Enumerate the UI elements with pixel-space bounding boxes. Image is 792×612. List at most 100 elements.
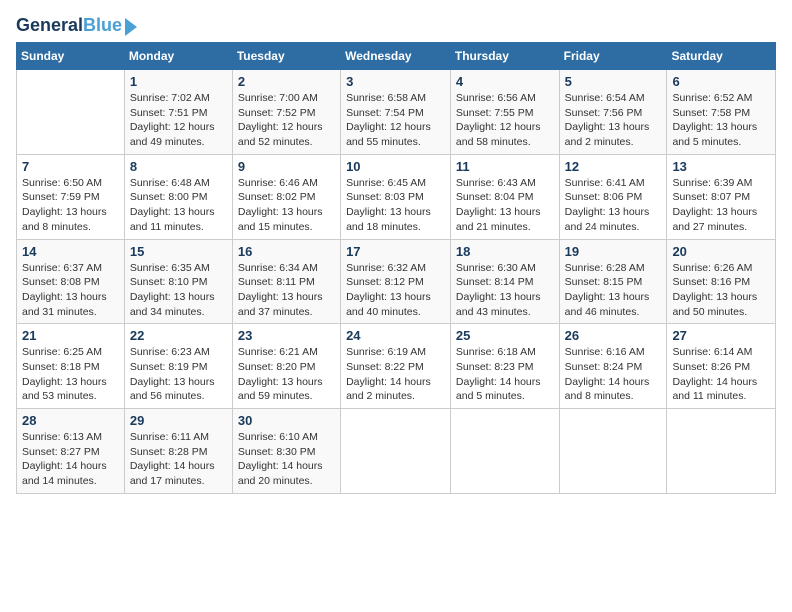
day-number: 11 — [456, 159, 554, 174]
calendar-cell: 11 Sunrise: 6:43 AM Sunset: 8:04 PM Dayli… — [450, 154, 559, 239]
calendar-cell: 16 Sunrise: 6:34 AM Sunset: 8:11 PM Dayli… — [232, 239, 340, 324]
calendar-cell: 21 Sunrise: 6:25 AM Sunset: 8:18 PM Dayli… — [17, 324, 125, 409]
calendar-week-row: 1Sunrise: 7:02 AM Sunset: 7:51 PM Daylig… — [17, 70, 776, 155]
day-of-week-header: Sunday — [17, 43, 125, 70]
day-info: Sunrise: 6:16 AM Sunset: 8:24 PM Dayligh… — [565, 345, 662, 404]
calendar-cell: 5Sunrise: 6:54 AM Sunset: 7:56 PM Daylig… — [559, 70, 667, 155]
day-number: 6 — [672, 74, 770, 89]
day-number: 8 — [130, 159, 227, 174]
day-number: 3 — [346, 74, 445, 89]
day-info: Sunrise: 6:23 AM Sunset: 8:19 PM Dayligh… — [130, 345, 227, 404]
day-info: Sunrise: 6:34 AM Sunset: 8:11 PM Dayligh… — [238, 261, 335, 320]
calendar-cell: 28 Sunrise: 6:13 AM Sunset: 8:27 PM Dayli… — [17, 409, 125, 494]
calendar-cell: 7 Sunrise: 6:50 AM Sunset: 7:59 PM Daylig… — [17, 154, 125, 239]
calendar-cell: 23 Sunrise: 6:21 AM Sunset: 8:20 PM Dayli… — [232, 324, 340, 409]
logo-arrow-icon — [125, 18, 137, 36]
day-number: 17 — [346, 244, 445, 259]
calendar-cell: 29Sunrise: 6:11 AM Sunset: 8:28 PM Dayli… — [124, 409, 232, 494]
day-info: Sunrise: 6:48 AM Sunset: 8:00 PM Dayligh… — [130, 176, 227, 235]
day-number: 7 — [22, 159, 119, 174]
day-number: 25 — [456, 328, 554, 343]
day-number: 27 — [672, 328, 770, 343]
day-number: 24 — [346, 328, 445, 343]
calendar-cell: 6 Sunrise: 6:52 AM Sunset: 7:58 PM Daylig… — [667, 70, 776, 155]
calendar-cell: 30 Sunrise: 6:10 AM Sunset: 8:30 PM Dayli… — [232, 409, 340, 494]
day-number: 29 — [130, 413, 227, 428]
day-info: Sunrise: 7:02 AM Sunset: 7:51 PM Dayligh… — [130, 91, 227, 150]
day-of-week-header: Thursday — [450, 43, 559, 70]
calendar-cell: 9 Sunrise: 6:46 AM Sunset: 8:02 PM Daylig… — [232, 154, 340, 239]
calendar-cell: 14 Sunrise: 6:37 AM Sunset: 8:08 PM Dayli… — [17, 239, 125, 324]
day-number: 16 — [238, 244, 335, 259]
day-of-week-header: Monday — [124, 43, 232, 70]
calendar-cell: 1Sunrise: 7:02 AM Sunset: 7:51 PM Daylig… — [124, 70, 232, 155]
calendar-cell: 3 Sunrise: 6:58 AM Sunset: 7:54 PM Daylig… — [341, 70, 451, 155]
day-info: Sunrise: 6:43 AM Sunset: 8:04 PM Dayligh… — [456, 176, 554, 235]
calendar-cell — [559, 409, 667, 494]
day-info: Sunrise: 6:30 AM Sunset: 8:14 PM Dayligh… — [456, 261, 554, 320]
day-number: 19 — [565, 244, 662, 259]
calendar-cell — [450, 409, 559, 494]
day-info: Sunrise: 6:52 AM Sunset: 7:58 PM Dayligh… — [672, 91, 770, 150]
day-info: Sunrise: 6:50 AM Sunset: 7:59 PM Dayligh… — [22, 176, 119, 235]
logo: GeneralBlue — [16, 16, 137, 36]
day-info: Sunrise: 6:14 AM Sunset: 8:26 PM Dayligh… — [672, 345, 770, 404]
calendar-week-row: 21 Sunrise: 6:25 AM Sunset: 8:18 PM Dayli… — [17, 324, 776, 409]
day-info: Sunrise: 6:35 AM Sunset: 8:10 PM Dayligh… — [130, 261, 227, 320]
calendar-cell: 19 Sunrise: 6:28 AM Sunset: 8:15 PM Dayli… — [559, 239, 667, 324]
calendar-cell — [667, 409, 776, 494]
day-number: 13 — [672, 159, 770, 174]
page-header: GeneralBlue — [16, 16, 776, 36]
day-number: 12 — [565, 159, 662, 174]
day-of-week-header: Tuesday — [232, 43, 340, 70]
calendar-cell: 12Sunrise: 6:41 AM Sunset: 8:06 PM Dayli… — [559, 154, 667, 239]
day-of-week-header: Friday — [559, 43, 667, 70]
day-info: Sunrise: 6:28 AM Sunset: 8:15 PM Dayligh… — [565, 261, 662, 320]
calendar-cell: 13 Sunrise: 6:39 AM Sunset: 8:07 PM Dayli… — [667, 154, 776, 239]
day-info: Sunrise: 6:13 AM Sunset: 8:27 PM Dayligh… — [22, 430, 119, 489]
day-number: 14 — [22, 244, 119, 259]
calendar-cell — [17, 70, 125, 155]
day-info: Sunrise: 6:45 AM Sunset: 8:03 PM Dayligh… — [346, 176, 445, 235]
day-info: Sunrise: 6:10 AM Sunset: 8:30 PM Dayligh… — [238, 430, 335, 489]
day-number: 28 — [22, 413, 119, 428]
day-number: 30 — [238, 413, 335, 428]
day-info: Sunrise: 6:19 AM Sunset: 8:22 PM Dayligh… — [346, 345, 445, 404]
day-number: 23 — [238, 328, 335, 343]
calendar-table: SundayMondayTuesdayWednesdayThursdayFrid… — [16, 42, 776, 494]
day-number: 21 — [22, 328, 119, 343]
day-number: 20 — [672, 244, 770, 259]
calendar-week-row: 28 Sunrise: 6:13 AM Sunset: 8:27 PM Dayli… — [17, 409, 776, 494]
day-info: Sunrise: 7:00 AM Sunset: 7:52 PM Dayligh… — [238, 91, 335, 150]
day-number: 26 — [565, 328, 662, 343]
day-info: Sunrise: 6:21 AM Sunset: 8:20 PM Dayligh… — [238, 345, 335, 404]
calendar-cell: 15 Sunrise: 6:35 AM Sunset: 8:10 PM Dayli… — [124, 239, 232, 324]
calendar-body: 1Sunrise: 7:02 AM Sunset: 7:51 PM Daylig… — [17, 70, 776, 494]
calendar-cell: 27 Sunrise: 6:14 AM Sunset: 8:26 PM Dayli… — [667, 324, 776, 409]
day-info: Sunrise: 6:32 AM Sunset: 8:12 PM Dayligh… — [346, 261, 445, 320]
day-of-week-header: Saturday — [667, 43, 776, 70]
day-of-week-header: Wednesday — [341, 43, 451, 70]
calendar-cell: 4Sunrise: 6:56 AM Sunset: 7:55 PM Daylig… — [450, 70, 559, 155]
logo-text: GeneralBlue — [16, 16, 122, 36]
calendar-cell: 20Sunrise: 6:26 AM Sunset: 8:16 PM Dayli… — [667, 239, 776, 324]
day-number: 9 — [238, 159, 335, 174]
calendar-cell: 22Sunrise: 6:23 AM Sunset: 8:19 PM Dayli… — [124, 324, 232, 409]
day-number: 2 — [238, 74, 335, 89]
calendar-week-row: 7 Sunrise: 6:50 AM Sunset: 7:59 PM Daylig… — [17, 154, 776, 239]
day-number: 15 — [130, 244, 227, 259]
day-number: 10 — [346, 159, 445, 174]
calendar-cell — [341, 409, 451, 494]
day-info: Sunrise: 6:46 AM Sunset: 8:02 PM Dayligh… — [238, 176, 335, 235]
day-info: Sunrise: 6:37 AM Sunset: 8:08 PM Dayligh… — [22, 261, 119, 320]
calendar-week-row: 14 Sunrise: 6:37 AM Sunset: 8:08 PM Dayli… — [17, 239, 776, 324]
day-info: Sunrise: 6:25 AM Sunset: 8:18 PM Dayligh… — [22, 345, 119, 404]
calendar-cell: 25Sunrise: 6:18 AM Sunset: 8:23 PM Dayli… — [450, 324, 559, 409]
calendar-cell: 26 Sunrise: 6:16 AM Sunset: 8:24 PM Dayli… — [559, 324, 667, 409]
day-info: Sunrise: 6:58 AM Sunset: 7:54 PM Dayligh… — [346, 91, 445, 150]
calendar-cell: 10 Sunrise: 6:45 AM Sunset: 8:03 PM Dayli… — [341, 154, 451, 239]
calendar-cell: 24 Sunrise: 6:19 AM Sunset: 8:22 PM Dayli… — [341, 324, 451, 409]
calendar-header-row: SundayMondayTuesdayWednesdayThursdayFrid… — [17, 43, 776, 70]
day-info: Sunrise: 6:39 AM Sunset: 8:07 PM Dayligh… — [672, 176, 770, 235]
calendar-cell: 2 Sunrise: 7:00 AM Sunset: 7:52 PM Daylig… — [232, 70, 340, 155]
